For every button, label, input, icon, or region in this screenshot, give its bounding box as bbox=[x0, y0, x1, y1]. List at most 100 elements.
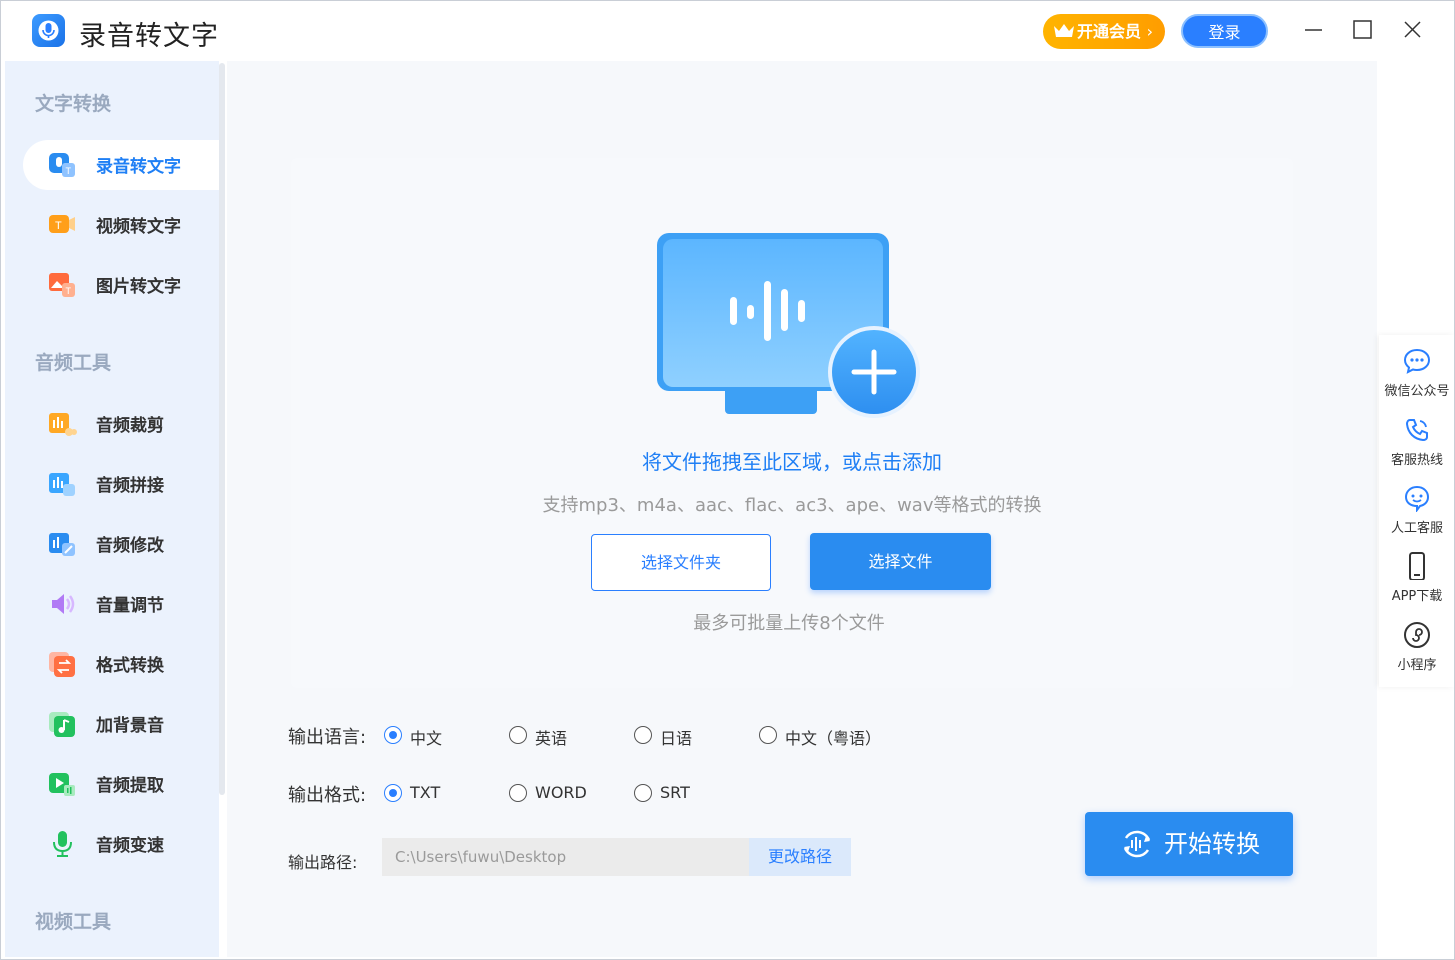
audio-extract-icon bbox=[49, 773, 75, 796]
nav-item-audio-edit[interactable]: 音频修改 bbox=[23, 519, 219, 569]
section-title-video-tools: 视频工具 bbox=[35, 911, 112, 933]
start-convert-label: 开始转换 bbox=[1164, 830, 1260, 858]
sidebar: 文字转换 T 录音转文字 T 视频转文字 T 图片转文字 音频工具 音频裁剪 音… bbox=[5, 61, 219, 957]
svg-text:T: T bbox=[55, 220, 62, 232]
maximize-button[interactable] bbox=[1348, 15, 1378, 45]
nav-item-image-to-text[interactable]: T 图片转文字 bbox=[23, 260, 219, 310]
sidebar-scrollbar[interactable] bbox=[219, 63, 225, 795]
nav-label: 加背景音 bbox=[96, 716, 164, 736]
convert-audio-icon bbox=[1123, 830, 1151, 858]
maximize-icon bbox=[1353, 20, 1372, 39]
chevron-right-icon: › bbox=[1146, 22, 1153, 41]
nav-label: 格式转换 bbox=[96, 656, 164, 676]
output-format-label: 输出格式: bbox=[288, 785, 367, 806]
section-title-audio-tools: 音频工具 bbox=[35, 352, 112, 374]
start-convert-button[interactable]: 开始转换 bbox=[1085, 812, 1293, 876]
svg-text:T: T bbox=[66, 286, 72, 296]
nav-label: 视频转文字 bbox=[96, 217, 181, 237]
nav-label: 音频提取 bbox=[96, 776, 164, 796]
wechat-official-account-button[interactable]: 微信公众号 bbox=[1379, 347, 1454, 411]
format-convert-icon bbox=[49, 652, 75, 677]
close-icon bbox=[1404, 21, 1421, 38]
right-service-panel: 微信公众号 客服热线 人工客服 APP下载 小程序 bbox=[1379, 335, 1454, 687]
radio-dot bbox=[509, 784, 527, 802]
minimize-icon bbox=[1305, 29, 1322, 31]
nav-label: 音频修改 bbox=[96, 536, 164, 556]
supported-formats-text: 支持mp3、m4a、aac、flac、ac3、ape、wav等格式的转换 bbox=[542, 495, 1042, 516]
nav-item-audio-speed[interactable]: 音频变速 bbox=[23, 819, 219, 869]
audio-edit-icon bbox=[49, 533, 75, 556]
nav-item-audio-extract[interactable]: 音频提取 bbox=[23, 759, 219, 809]
nav-item-background-music[interactable]: 加背景音 bbox=[23, 699, 219, 749]
radio-label: 中文（粤语） bbox=[785, 729, 882, 748]
mini-program-icon bbox=[1404, 622, 1430, 648]
close-button[interactable] bbox=[1398, 15, 1428, 45]
change-path-button[interactable]: 更改路径 bbox=[749, 838, 851, 876]
svg-text:T: T bbox=[66, 166, 72, 176]
audio-speed-icon bbox=[53, 831, 72, 857]
nav-label: 图片转文字 bbox=[96, 277, 181, 297]
title-bar: 录音转文字 开通会员 › 登录 bbox=[1, 1, 1454, 61]
nav-item-audio-cut[interactable]: 音频裁剪 bbox=[23, 399, 219, 449]
output-path-label: 输出路径: bbox=[288, 853, 358, 872]
app-download-button[interactable]: APP下载 bbox=[1379, 552, 1454, 616]
radio-label: SRT bbox=[660, 783, 690, 802]
crown-icon bbox=[1054, 24, 1074, 37]
rp-label: 客服热线 bbox=[1390, 453, 1443, 468]
customer-hotline-button[interactable]: 客服热线 bbox=[1379, 416, 1454, 480]
rp-label: 微信公众号 bbox=[1384, 384, 1450, 399]
wechat-chat-icon bbox=[1403, 348, 1431, 374]
nav-label: 音量调节 bbox=[96, 596, 164, 616]
output-path-field[interactable]: C:\Users\fuwu\Desktop bbox=[382, 838, 749, 876]
minimize-button[interactable] bbox=[1299, 15, 1329, 45]
nav-item-audio-join[interactable]: 音频拼接 bbox=[23, 459, 219, 509]
radio-dot bbox=[634, 726, 652, 744]
select-file-button[interactable]: 选择文件 bbox=[810, 533, 991, 590]
mini-program-button[interactable]: 小程序 bbox=[1379, 621, 1454, 685]
nav-item-video-to-text[interactable]: T 视频转文字 bbox=[23, 200, 219, 250]
radio-label: WORD bbox=[535, 783, 587, 802]
rp-label: APP下载 bbox=[1391, 589, 1443, 604]
app-title: 录音转文字 bbox=[79, 21, 219, 52]
output-language-label: 输出语言: bbox=[288, 727, 367, 748]
vip-button[interactable]: 开通会员 › bbox=[1043, 14, 1165, 49]
radio-label: 英语 bbox=[535, 729, 568, 748]
nav-label: 音频裁剪 bbox=[96, 416, 164, 436]
audio-join-icon bbox=[49, 473, 75, 496]
file-drop-zone[interactable]: 将文件拖拽至此区域，或点击添加 支持mp3、m4a、aac、flac、ac3、a… bbox=[291, 158, 1293, 688]
monitor-add-icon bbox=[657, 233, 920, 418]
app-window: 录音转文字 开通会员 › 登录 文字转换 T 录音转文字 T 视频转文字 T 图 bbox=[0, 0, 1455, 960]
radio-dot bbox=[509, 726, 527, 744]
audio-cut-icon bbox=[49, 413, 77, 436]
volume-icon bbox=[52, 594, 75, 614]
radio-label: TXT bbox=[410, 783, 441, 802]
nav-label: 录音转文字 bbox=[96, 157, 181, 177]
radio-dot bbox=[634, 784, 652, 802]
rp-label: 人工客服 bbox=[1390, 521, 1443, 536]
phone-icon bbox=[1405, 419, 1428, 442]
human-support-button[interactable]: 人工客服 bbox=[1379, 484, 1454, 548]
batch-limit-note: 最多可批量上传8个文件 bbox=[693, 613, 885, 634]
radio-dot bbox=[759, 726, 777, 744]
radio-dot bbox=[384, 784, 402, 802]
video-text-icon: T bbox=[49, 215, 75, 233]
vip-label: 开通会员 bbox=[1077, 22, 1142, 41]
login-button[interactable]: 登录 bbox=[1181, 14, 1268, 48]
rp-label: 小程序 bbox=[1397, 658, 1437, 673]
select-folder-button[interactable]: 选择文件夹 bbox=[591, 534, 771, 591]
nav-label: 音频拼接 bbox=[96, 476, 164, 496]
nav-item-volume[interactable]: 音量调节 bbox=[23, 579, 219, 629]
mic-text-icon: T bbox=[49, 153, 75, 177]
app-logo-icon bbox=[32, 14, 65, 47]
drop-zone-title: 将文件拖拽至此区域，或点击添加 bbox=[642, 450, 942, 474]
radio-label: 日语 bbox=[660, 729, 693, 748]
mobile-icon bbox=[1409, 552, 1425, 580]
nav-item-format-convert[interactable]: 格式转换 bbox=[23, 639, 219, 689]
smile-chat-icon bbox=[1404, 485, 1430, 512]
music-note-icon bbox=[49, 712, 75, 737]
radio-label: 中文 bbox=[410, 729, 443, 748]
nav-label: 音频变速 bbox=[96, 836, 164, 856]
radio-dot bbox=[384, 726, 402, 744]
image-text-icon: T bbox=[49, 273, 75, 297]
nav-item-audio-to-text[interactable]: T 录音转文字 bbox=[23, 140, 219, 190]
